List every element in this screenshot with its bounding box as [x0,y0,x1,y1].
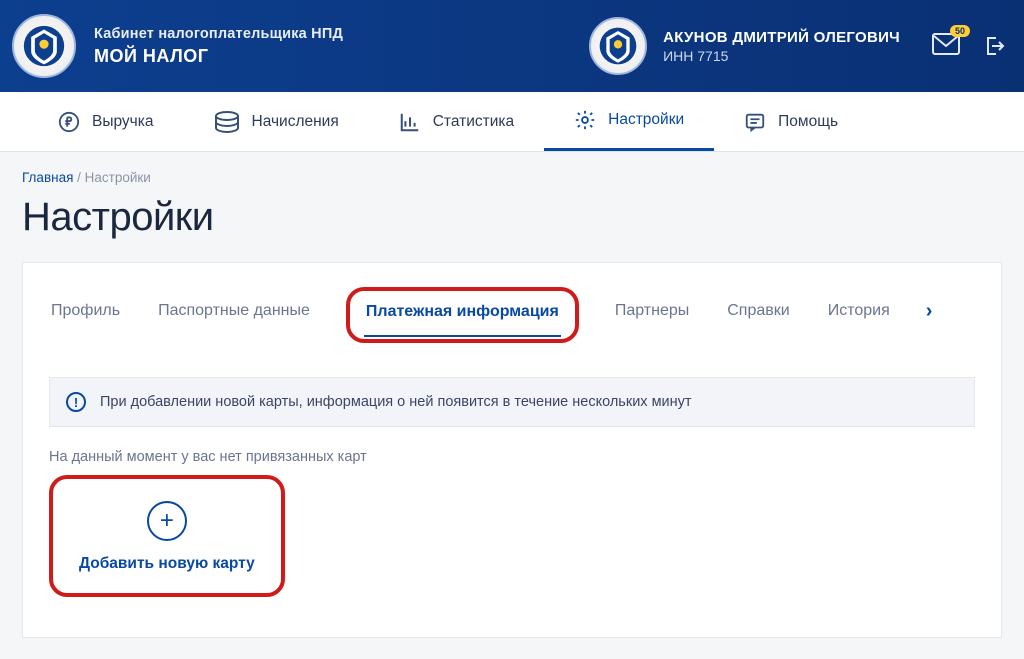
breadcrumb-home[interactable]: Главная [22,170,73,185]
nav-label: Начисления [252,113,339,131]
info-icon: ! [66,392,86,412]
brand-title: МОЙ НАЛОГ [94,46,343,67]
nav-item-help[interactable]: Помощь [714,92,868,151]
help-icon [744,111,766,133]
no-cards-text: На данный момент у вас нет привязанных к… [49,449,975,465]
user-avatar [589,17,647,75]
gear-icon [574,109,596,131]
breadcrumb: Главная / Настройки [22,170,1002,185]
ruble-icon [58,111,80,133]
nav-label: Настройки [608,111,684,129]
nav-item-charges[interactable]: Начисления [184,92,369,151]
settings-panel: Профиль Паспортные данные Платежная инфо… [22,262,1002,638]
tab-partners[interactable]: Партнеры [613,296,691,334]
chart-icon [399,111,421,133]
nav-label: Помощь [778,113,838,131]
stack-icon [214,111,240,133]
nav-item-revenue[interactable]: Выручка [28,92,184,151]
info-banner: ! При добавлении новой карты, информация… [49,377,975,427]
nav-item-stats[interactable]: Статистика [369,92,544,151]
tab-history[interactable]: История [826,296,892,334]
user-inn: ИНН 7715 [663,48,900,64]
nav-item-settings[interactable]: Настройки [544,92,714,151]
plus-icon: + [147,501,187,541]
logout-icon[interactable] [982,34,1006,58]
nav-label: Выручка [92,113,154,131]
brand-subtitle: Кабинет налогоплательщика НПД [94,26,343,42]
breadcrumb-current: Настройки [85,170,151,185]
tab-payment-info[interactable]: Платежная информация [364,297,561,337]
add-card-label: Добавить новую карту [79,555,255,573]
page-title: Настройки [22,195,1002,240]
user-name: АКУНОВ ДМИТРИЙ ОЛЕГОВИЧ [663,29,900,46]
tabs: Профиль Паспортные данные Платежная инфо… [49,287,975,343]
nav-bar: Выручка Начисления Статистика Настройки … [0,92,1024,152]
tab-references[interactable]: Справки [725,296,791,334]
mail-badge: 50 [950,25,970,37]
mail-button[interactable]: 50 [932,33,960,60]
tab-profile[interactable]: Профиль [49,296,122,334]
add-card-button[interactable]: + Добавить новую карту [49,475,285,597]
emblem-logo [12,14,76,78]
user-block: АКУНОВ ДМИТРИЙ ОЛЕГОВИЧ ИНН 7715 [589,17,900,75]
nav-label: Статистика [433,113,514,131]
brand: Кабинет налогоплательщика НПД МОЙ НАЛОГ [94,26,343,67]
tab-passport[interactable]: Паспортные данные [156,296,312,334]
highlight-payment-tab: Платежная информация [346,287,579,343]
tabs-scroll-right[interactable]: › [926,300,933,331]
info-banner-text: При добавлении новой карты, информация о… [100,394,692,410]
header: Кабинет налогоплательщика НПД МОЙ НАЛОГ … [0,0,1024,92]
